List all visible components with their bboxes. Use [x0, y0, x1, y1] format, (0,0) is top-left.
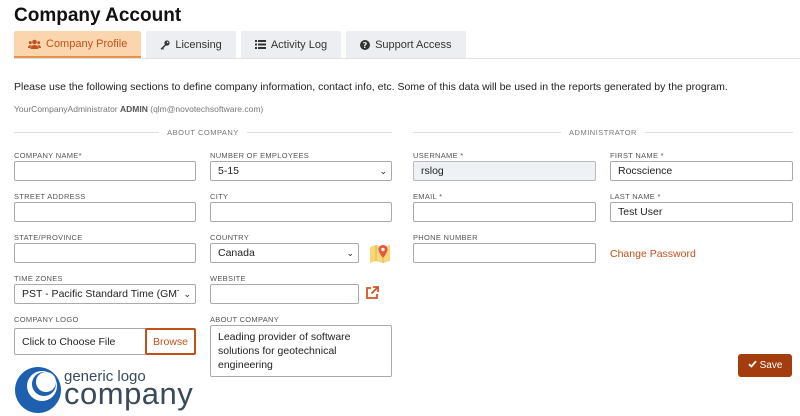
employees-select[interactable]: 5-15 ⌄ — [210, 161, 392, 181]
street-input[interactable] — [14, 202, 196, 222]
first-name-label: FIRST NAME * — [610, 151, 664, 160]
about-textarea[interactable]: Leading provider of software solutions f… — [210, 325, 392, 377]
tab-label: Company Profile — [46, 37, 128, 50]
admin-company: YourCompanyAdministrator — [14, 104, 118, 114]
intro-text: Please use the following sections to def… — [14, 81, 728, 93]
logo-mark-icon — [15, 367, 61, 413]
about-company-header: ABOUT COMPANY — [14, 126, 392, 138]
tab-divider — [14, 58, 800, 59]
country-label: COUNTRY — [210, 233, 250, 242]
city-input[interactable] — [210, 202, 392, 222]
save-button[interactable]: Save — [738, 354, 792, 377]
tab-support-access[interactable]: ? Support Access — [346, 31, 466, 58]
phone-input[interactable] — [413, 243, 596, 263]
first-name-input[interactable]: Rocscience — [610, 161, 793, 181]
email-input[interactable] — [413, 202, 596, 222]
external-link-icon[interactable] — [365, 286, 379, 300]
change-password-link[interactable]: Change Password — [610, 248, 696, 260]
admin-email: (qlm@novotechsoftware.com) — [150, 104, 264, 114]
tab-bar: Company Profile Licensing Activity Log ?… — [14, 31, 471, 58]
browse-button[interactable]: Browse — [145, 328, 196, 355]
timezone-label: TIME ZONES — [14, 274, 63, 283]
city-label: CITY — [210, 192, 229, 201]
about-company-title: ABOUT COMPANY — [167, 127, 239, 137]
map-icon[interactable] — [369, 242, 391, 264]
state-input[interactable] — [14, 243, 196, 263]
street-label: STREET ADDRESS — [14, 192, 86, 201]
username-input[interactable]: rslog — [413, 161, 596, 181]
company-name-input[interactable] — [14, 161, 196, 181]
phone-label: PHONE NUMBER — [413, 233, 478, 242]
last-name-input[interactable]: Test User — [610, 202, 793, 222]
username-label: USERNAME * — [413, 151, 464, 160]
question-icon: ? — [360, 39, 371, 50]
country-select[interactable]: Canada ⌄ — [210, 243, 359, 263]
chevron-down-icon: ⌄ — [346, 247, 354, 258]
tab-company-profile[interactable]: Company Profile — [14, 31, 142, 58]
file-chooser-text[interactable]: Click to Choose File — [15, 329, 145, 354]
tab-licensing[interactable]: Licensing — [146, 31, 236, 58]
company-logo-image: generic logo company — [14, 364, 204, 414]
chevron-down-icon: ⌄ — [379, 165, 387, 176]
key-icon — [160, 39, 170, 50]
last-name-label: LAST NAME * — [610, 192, 661, 201]
employees-value: 5-15 — [218, 165, 240, 177]
check-icon — [747, 360, 757, 371]
admin-role: ADMIN — [120, 104, 148, 114]
admin-info: YourCompanyAdministrator ADMIN (qlm@novo… — [14, 104, 263, 114]
website-label: WEBSITE — [210, 274, 246, 283]
logo-text-big: company — [64, 376, 194, 411]
timezone-value: PST - Pacific Standard Time (GMT- — [22, 288, 180, 300]
list-icon — [254, 40, 266, 49]
administrator-title: ADMINISTRATOR — [569, 127, 637, 137]
save-label: Save — [759, 360, 783, 371]
page-title: Company Account — [14, 5, 182, 26]
tab-label: Support Access — [375, 38, 452, 51]
tab-label: Licensing — [175, 38, 222, 51]
website-input[interactable] — [210, 284, 359, 304]
administrator-header: ADMINISTRATOR — [413, 126, 793, 138]
email-label: EMAIL * — [413, 192, 443, 201]
tab-activity-log[interactable]: Activity Log — [240, 31, 342, 58]
logo-file-picker[interactable]: Click to Choose File Browse — [14, 328, 196, 355]
company-logo-label: COMPANY LOGO — [14, 315, 79, 324]
employees-label: NUMBER OF EMPLOYEES — [210, 151, 310, 160]
tab-label: Activity Log — [270, 38, 328, 51]
company-name-label: COMPANY NAME* — [14, 151, 82, 160]
about-label: ABOUT COMPANY — [210, 315, 280, 324]
users-icon — [28, 39, 41, 49]
chevron-down-icon: ⌄ — [183, 288, 191, 299]
country-value: Canada — [218, 247, 255, 259]
state-label: STATE/PROVINCE — [14, 233, 83, 242]
svg-text:?: ? — [363, 41, 368, 50]
timezone-select[interactable]: PST - Pacific Standard Time (GMT- ⌄ — [14, 284, 196, 304]
